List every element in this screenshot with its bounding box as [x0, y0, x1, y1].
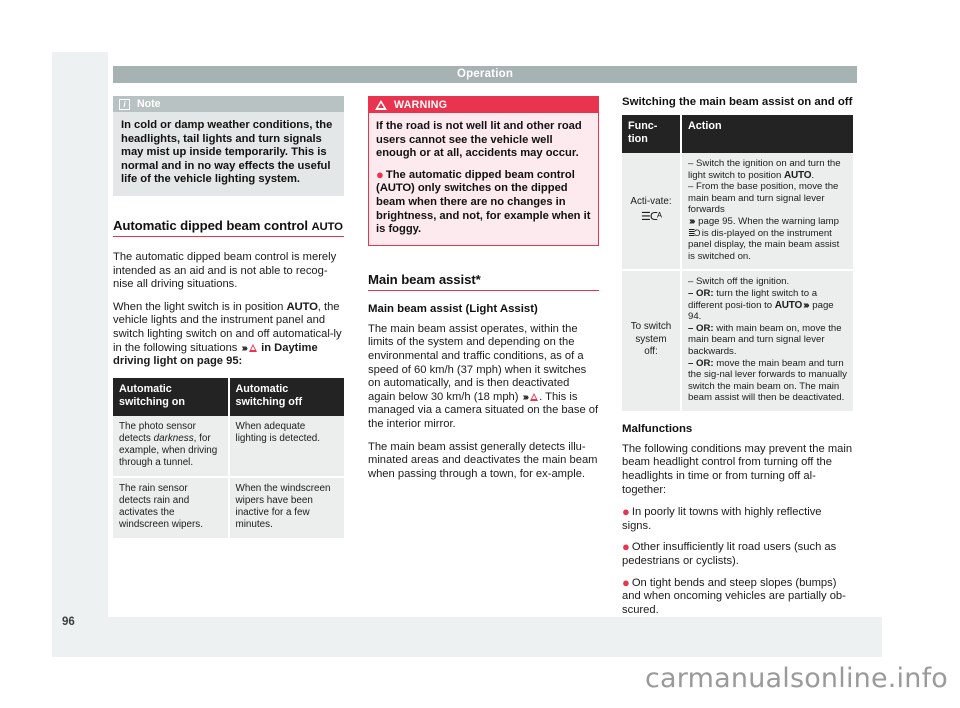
- table-row: The rain sensor detects rain and activat…: [113, 476, 344, 538]
- column-left: i Note In cold or damp weather condition…: [113, 96, 344, 538]
- switchoff-line-2: – OR: turn the light switch to a differe…: [688, 288, 847, 323]
- running-head-title: Operation: [113, 66, 857, 83]
- malfunctions-bullet-text: In poorly lit towns with highly reflecti…: [622, 506, 822, 532]
- warning-box-header: WARNING: [369, 97, 598, 113]
- switchoff-line-3-or: – OR:: [688, 322, 714, 334]
- cell-action-switch-off: – Switch off the ignition. – OR: turn th…: [681, 270, 853, 411]
- note-box-text: In cold or damp weather conditions, the …: [121, 119, 333, 186]
- cell-adequate-lighting: When adequate lighting is detected.: [228, 415, 344, 478]
- auto-label-inline: AUTO: [379, 182, 411, 195]
- dipped-beam-paragraph-1: The automatic dipped beam control is mer…: [113, 250, 337, 291]
- activate-line-3: ››› page 95. When the warning lamp ≣Ɔ is…: [688, 214, 847, 262]
- cross-reference-arrows-icon: ›››: [803, 298, 809, 311]
- column-middle: WARNING If the road is not well lit and …: [368, 96, 599, 481]
- cross-reference-arrows-icon: ›››: [241, 341, 248, 354]
- switchoff-line-4-or: – OR:: [688, 357, 714, 369]
- section-heading-dipped-beam-text: Automatic dipped beam control: [113, 217, 312, 233]
- bullet-dot-icon: ●: [376, 166, 384, 182]
- table-header-row: Automatic switching on Automatic switchi…: [113, 377, 344, 416]
- note-box-title: Note: [137, 98, 161, 110]
- malfunctions-bullet-list: ● In poorly lit towns with highly reflect…: [622, 504, 853, 618]
- cell-photo-sensor: The photo sensor detects darkness, for e…: [113, 415, 230, 478]
- bullet-dot-icon: ●: [622, 574, 630, 590]
- light-assist-icon: ☰ᑕᴬ: [641, 211, 662, 224]
- info-icon: i: [119, 98, 130, 110]
- heading-switching-on-off: Switching the main beam assist on and of…: [622, 96, 853, 108]
- warning-box-body: If the road is not well lit and other ro…: [369, 113, 598, 245]
- table-header-action: Action: [681, 115, 853, 153]
- activate-line-1-end: .: [811, 169, 815, 181]
- bullet-dot-icon: ●: [622, 539, 630, 555]
- auto-label-inline: AUTO: [783, 169, 812, 181]
- activate-line-3-b: is dis-played on the instrument panel di…: [688, 227, 840, 262]
- cell-rain-sensor: The rain sensor detects rain and activat…: [113, 476, 230, 538]
- cell-wipers-inactive: When the windscreen wipers have been ina…: [228, 476, 344, 538]
- malfunctions-bullet-text: On tight bends and steep slopes (bumps) …: [622, 576, 846, 616]
- malfunctions-bullet-text: Other insufficiently lit road users (suc…: [622, 541, 837, 568]
- switchoff-line-1: – Switch off the ignition.: [688, 276, 790, 288]
- site-watermark: carmanualsonline.info: [645, 663, 948, 694]
- dipped-beam-p2-a: When the light switch is in position: [113, 300, 287, 313]
- heading-malfunctions: Malfunctions: [622, 422, 693, 435]
- switching-function-action-table: Func-tion Action Acti-vate: ☰ᑕᴬ – Switch…: [622, 115, 853, 411]
- warning-triangle-inline-icon: [530, 392, 539, 401]
- activate-line-3-a: page 95. When the warning lamp: [695, 215, 839, 227]
- switchoff-line-2-or: – OR:: [688, 287, 714, 299]
- warning-box-title: WARNING: [394, 99, 448, 111]
- cell-function-switch-off: To switch system off:: [622, 270, 682, 411]
- auto-label-inline: AUTO: [774, 299, 803, 311]
- cross-reference-arrows-icon: ›››: [522, 390, 529, 403]
- table-header-row: Func-tion Action: [622, 115, 853, 153]
- activate-line-2: – From the base position, move the main …: [688, 181, 839, 216]
- warning-triangle-inline-icon: [249, 343, 257, 352]
- section-heading-main-beam-assist: Main beam assist*: [368, 272, 599, 291]
- activate-line-1: – Switch the ignition on and turn the li…: [688, 158, 847, 181]
- lamp-icon: ≣Ɔ: [688, 227, 701, 238]
- cell-function-activate: Acti-vate: ☰ᑕᴬ: [622, 153, 682, 272]
- automatic-switching-table: Automatic switching on Automatic switchi…: [113, 377, 344, 538]
- note-box: i Note In cold or damp weather condition…: [113, 96, 344, 196]
- sub-heading-light-assist: Main beam assist (Light Assist): [368, 302, 538, 315]
- note-box-header: i Note: [113, 96, 344, 112]
- table-header-switching-on: Automatic switching on: [113, 377, 230, 416]
- main-beam-paragraph-1: The main beam assist operates, within th…: [368, 323, 599, 432]
- cross-reference-arrows-icon: ›››: [689, 214, 695, 227]
- malfunctions-bullet: ● On tight bends and steep slopes (bumps)…: [622, 574, 853, 618]
- malfunctions-bullet: ● In poorly lit towns with highly reflect…: [622, 504, 853, 533]
- table-row-activate: Acti-vate: ☰ᑕᴬ – Switch the ignition on …: [622, 153, 853, 272]
- cell-function-activate-label: Acti-vate:: [630, 195, 672, 207]
- activate-line-1-text: – Switch the ignition on and turn the li…: [688, 158, 841, 181]
- cell-photo-sensor-italic: darkness: [153, 432, 194, 444]
- auto-label-inline: AUTO: [286, 300, 318, 313]
- warning-paragraph-1: If the road is not well lit and other ro…: [376, 120, 582, 160]
- note-box-body: In cold or damp weather conditions, the …: [113, 112, 344, 196]
- warning-box: WARNING If the road is not well lit and …: [368, 96, 599, 246]
- column-right: Switching the main beam assist on and of…: [622, 96, 853, 617]
- dipped-beam-paragraph-2: When the light switch is in position AUT…: [113, 301, 344, 369]
- main-beam-paragraph-2: The main beam assist generally detects i…: [368, 440, 598, 480]
- cell-action-activate: – Switch the ignition on and turn the li…: [681, 153, 853, 272]
- table-header-switching-off: Automatic switching off: [228, 377, 344, 416]
- table-row-switch-off: To switch system off: – Switch off the i…: [622, 270, 853, 411]
- table-header-function: Func-tion: [622, 115, 682, 153]
- auto-label: AUTO: [311, 220, 343, 233]
- page-number: 96: [62, 616, 75, 628]
- malfunctions-paragraph-1: The following conditions may prevent the…: [622, 442, 853, 496]
- warning-bullet-1: ● The automatic dipped beam control (AUTO…: [376, 166, 591, 237]
- malfunctions-bullet: ● Other insufficiently lit road users (su…: [622, 539, 853, 568]
- warning-triangle-icon: [375, 100, 387, 110]
- bullet-dot-icon: ●: [622, 504, 630, 520]
- switchoff-line-4: – OR: move the main beam and turn the si…: [688, 358, 847, 404]
- table-row: The photo sensor detects darkness, for e…: [113, 415, 344, 478]
- switchoff-line-3: – OR: with main beam on, move the main b…: [688, 323, 847, 358]
- section-heading-dipped-beam: Automatic dipped beam control AUTO: [113, 218, 344, 237]
